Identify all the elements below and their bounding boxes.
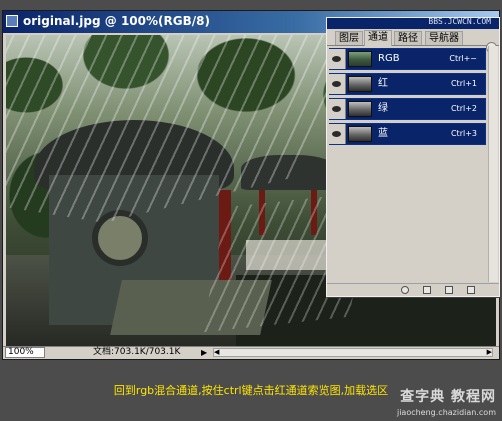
eye-icon	[332, 106, 341, 112]
palette-bottom-bar	[327, 283, 499, 296]
channel-name: 绿	[378, 103, 388, 114]
channel-row-red[interactable]: 红 Ctrl+1	[329, 73, 486, 95]
channel-row-rgb[interactable]: RGB Ctrl+~	[329, 48, 486, 70]
visibility-toggle[interactable]	[329, 74, 346, 94]
scroll-right-icon[interactable]: ▶	[487, 348, 492, 356]
channel-shortcut: Ctrl+~	[449, 54, 477, 63]
channel-name: 蓝	[378, 128, 388, 139]
site-watermark-label: BBS.JCWCN.COM	[428, 17, 491, 26]
channels-palette: BBS.JCWCN.COM 图层 通道 路径 导航器 ▸ RGB Ctrl+~ …	[326, 17, 500, 297]
channel-row-blue[interactable]: 蓝 Ctrl+3	[329, 123, 486, 145]
watermark-logo: 查字典 教程网	[400, 389, 496, 405]
delete-channel-icon[interactable]	[467, 286, 475, 294]
new-channel-icon[interactable]	[445, 286, 453, 294]
palette-titlebar[interactable]: BBS.JCWCN.COM	[327, 17, 499, 29]
status-menu-arrow-icon[interactable]: ▶	[201, 348, 207, 358]
tab-navigator[interactable]: 导航器	[425, 31, 463, 45]
tab-paths[interactable]: 路径	[394, 31, 422, 45]
watermark: 查字典 教程网 jiaocheng.chazidian.com	[346, 386, 496, 418]
eye-icon	[332, 81, 341, 87]
channel-shortcut: Ctrl+3	[450, 129, 477, 138]
photoshop-doc-icon	[6, 15, 18, 27]
channel-thumbnail[interactable]	[348, 126, 372, 142]
palette-tabs: 图层 通道 路径 导航器 ▸	[327, 29, 499, 53]
eye-icon	[332, 56, 341, 62]
eye-icon	[332, 131, 341, 137]
status-bar: 100% 文档:703.1K/703.1K ▶ ◀ ▶	[3, 346, 499, 359]
save-selection-icon[interactable]	[423, 286, 431, 294]
tab-channels[interactable]: 通道	[364, 30, 392, 46]
zoom-field[interactable]: 100%	[5, 347, 45, 358]
watermark-url: jiaocheng.chazidian.com	[396, 408, 496, 417]
channel-row-green[interactable]: 绿 Ctrl+2	[329, 98, 486, 120]
channel-thumbnail[interactable]	[348, 51, 372, 67]
channel-shortcut: Ctrl+2	[450, 104, 477, 113]
screenshot-frame: original.jpg @ 100%(RGB/8) 100% 文档:703.1…	[0, 0, 502, 421]
visibility-toggle[interactable]	[329, 124, 346, 144]
channel-name: RGB	[378, 53, 400, 64]
channel-thumbnail[interactable]	[348, 101, 372, 117]
document-title: original.jpg @ 100%(RGB/8)	[23, 14, 210, 28]
palette-scrollbar[interactable]	[488, 46, 498, 282]
doc-size-info: 文档:703.1K/703.1K	[93, 347, 181, 357]
channel-shortcut: Ctrl+1	[450, 79, 477, 88]
horizontal-scrollbar[interactable]: ◀ ▶	[213, 348, 493, 357]
channel-name: 红	[378, 78, 388, 89]
load-selection-icon[interactable]	[401, 286, 409, 294]
visibility-toggle[interactable]	[329, 99, 346, 119]
tab-layers[interactable]: 图层	[335, 31, 363, 45]
channel-thumbnail[interactable]	[348, 76, 372, 92]
scroll-left-icon[interactable]: ◀	[214, 348, 219, 356]
visibility-toggle[interactable]	[329, 49, 346, 69]
